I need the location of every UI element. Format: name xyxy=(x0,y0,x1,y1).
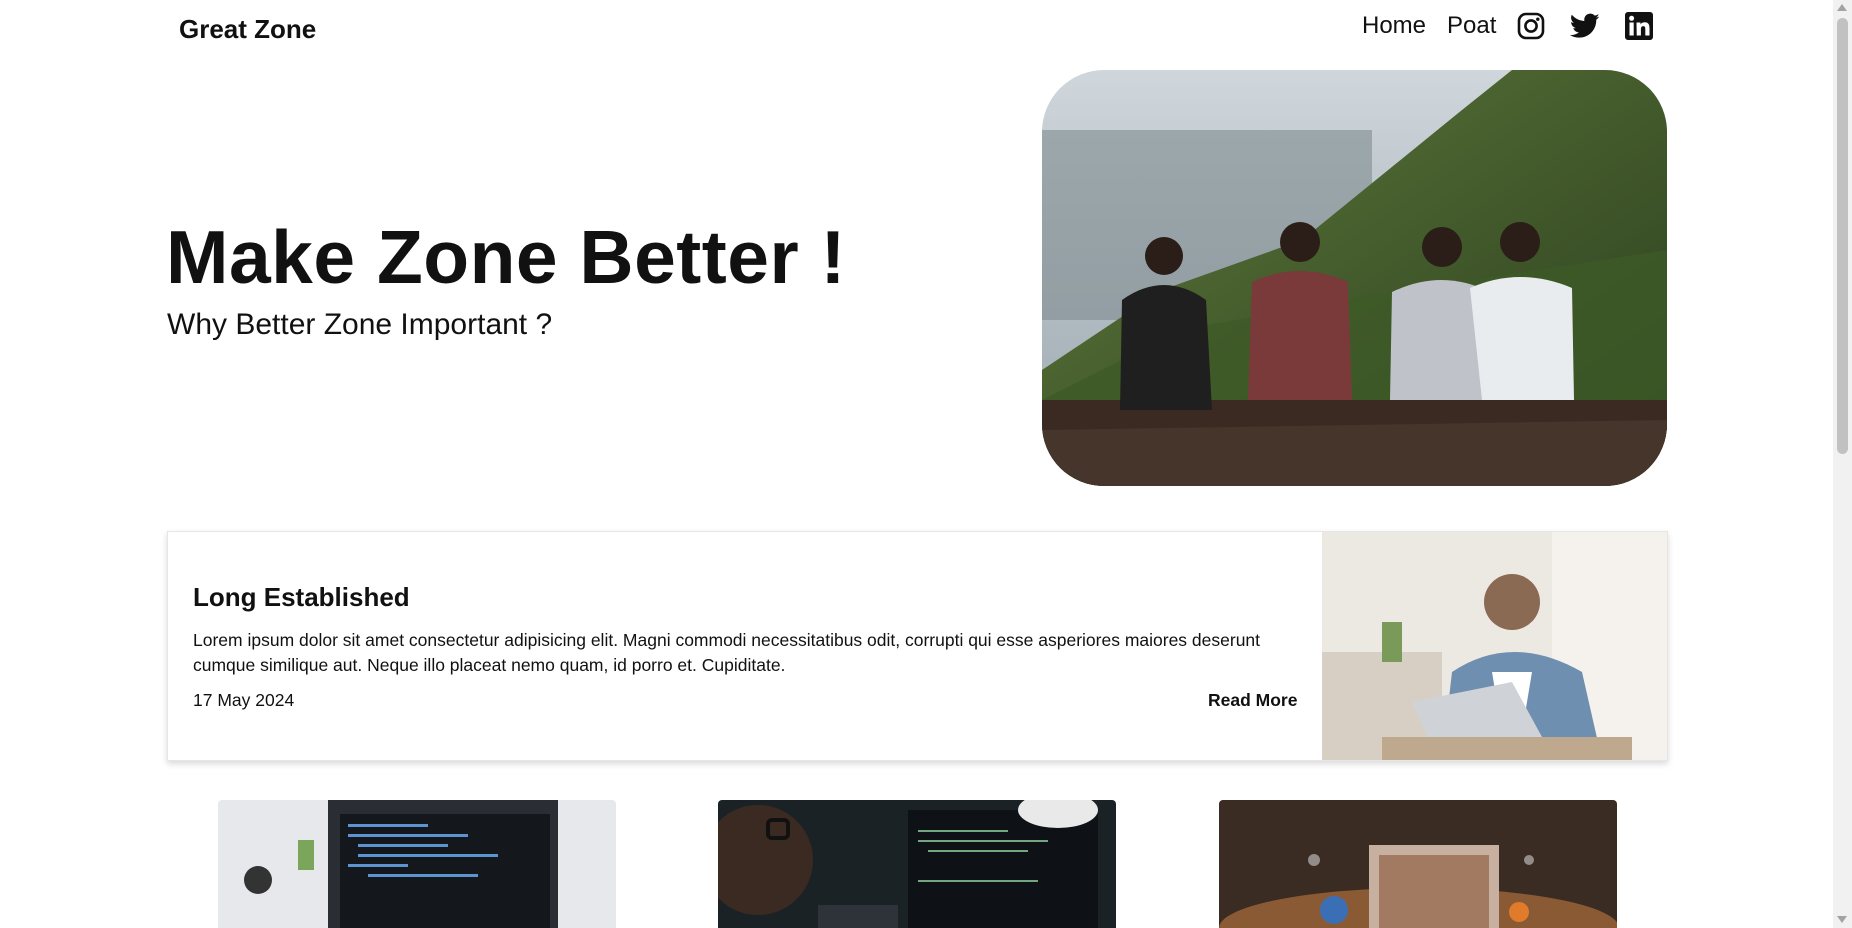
vertical-scrollbar[interactable] xyxy=(1833,0,1852,928)
featured-post-image xyxy=(1322,532,1667,760)
featured-post-card[interactable]: Long Established Lorem ipsum dolor sit a… xyxy=(167,531,1668,761)
post-card-image[interactable] xyxy=(1219,800,1617,928)
hero-image xyxy=(1042,70,1667,486)
instagram-icon[interactable] xyxy=(1516,11,1546,41)
page: Great Zone Home Poat Make Zone Better ! … xyxy=(0,0,1833,928)
scroll-up-arrow-icon[interactable] xyxy=(1837,4,1847,11)
linkedin-icon[interactable] xyxy=(1624,11,1654,41)
featured-post-date: 17 May 2024 xyxy=(193,690,295,710)
read-more-link[interactable]: Read More xyxy=(1208,690,1297,711)
featured-post-excerpt: Lorem ipsum dolor sit amet consectetur a… xyxy=(193,630,1261,675)
top-nav: Home Poat xyxy=(0,0,1833,52)
featured-post-title[interactable]: Long Established xyxy=(193,582,410,613)
nav-post-link[interactable]: Poat xyxy=(1447,12,1496,40)
post-card-image[interactable] xyxy=(218,800,616,928)
hero-subtitle: Why Better Zone Important ? xyxy=(167,308,553,341)
post-card-image[interactable] xyxy=(718,800,1116,928)
scrollbar-thumb[interactable] xyxy=(1837,18,1848,454)
hero-title: Make Zone Better ! xyxy=(166,215,846,299)
scroll-down-arrow-icon[interactable] xyxy=(1837,916,1847,923)
nav-home-link[interactable]: Home xyxy=(1362,12,1426,40)
twitter-icon[interactable] xyxy=(1570,11,1600,41)
